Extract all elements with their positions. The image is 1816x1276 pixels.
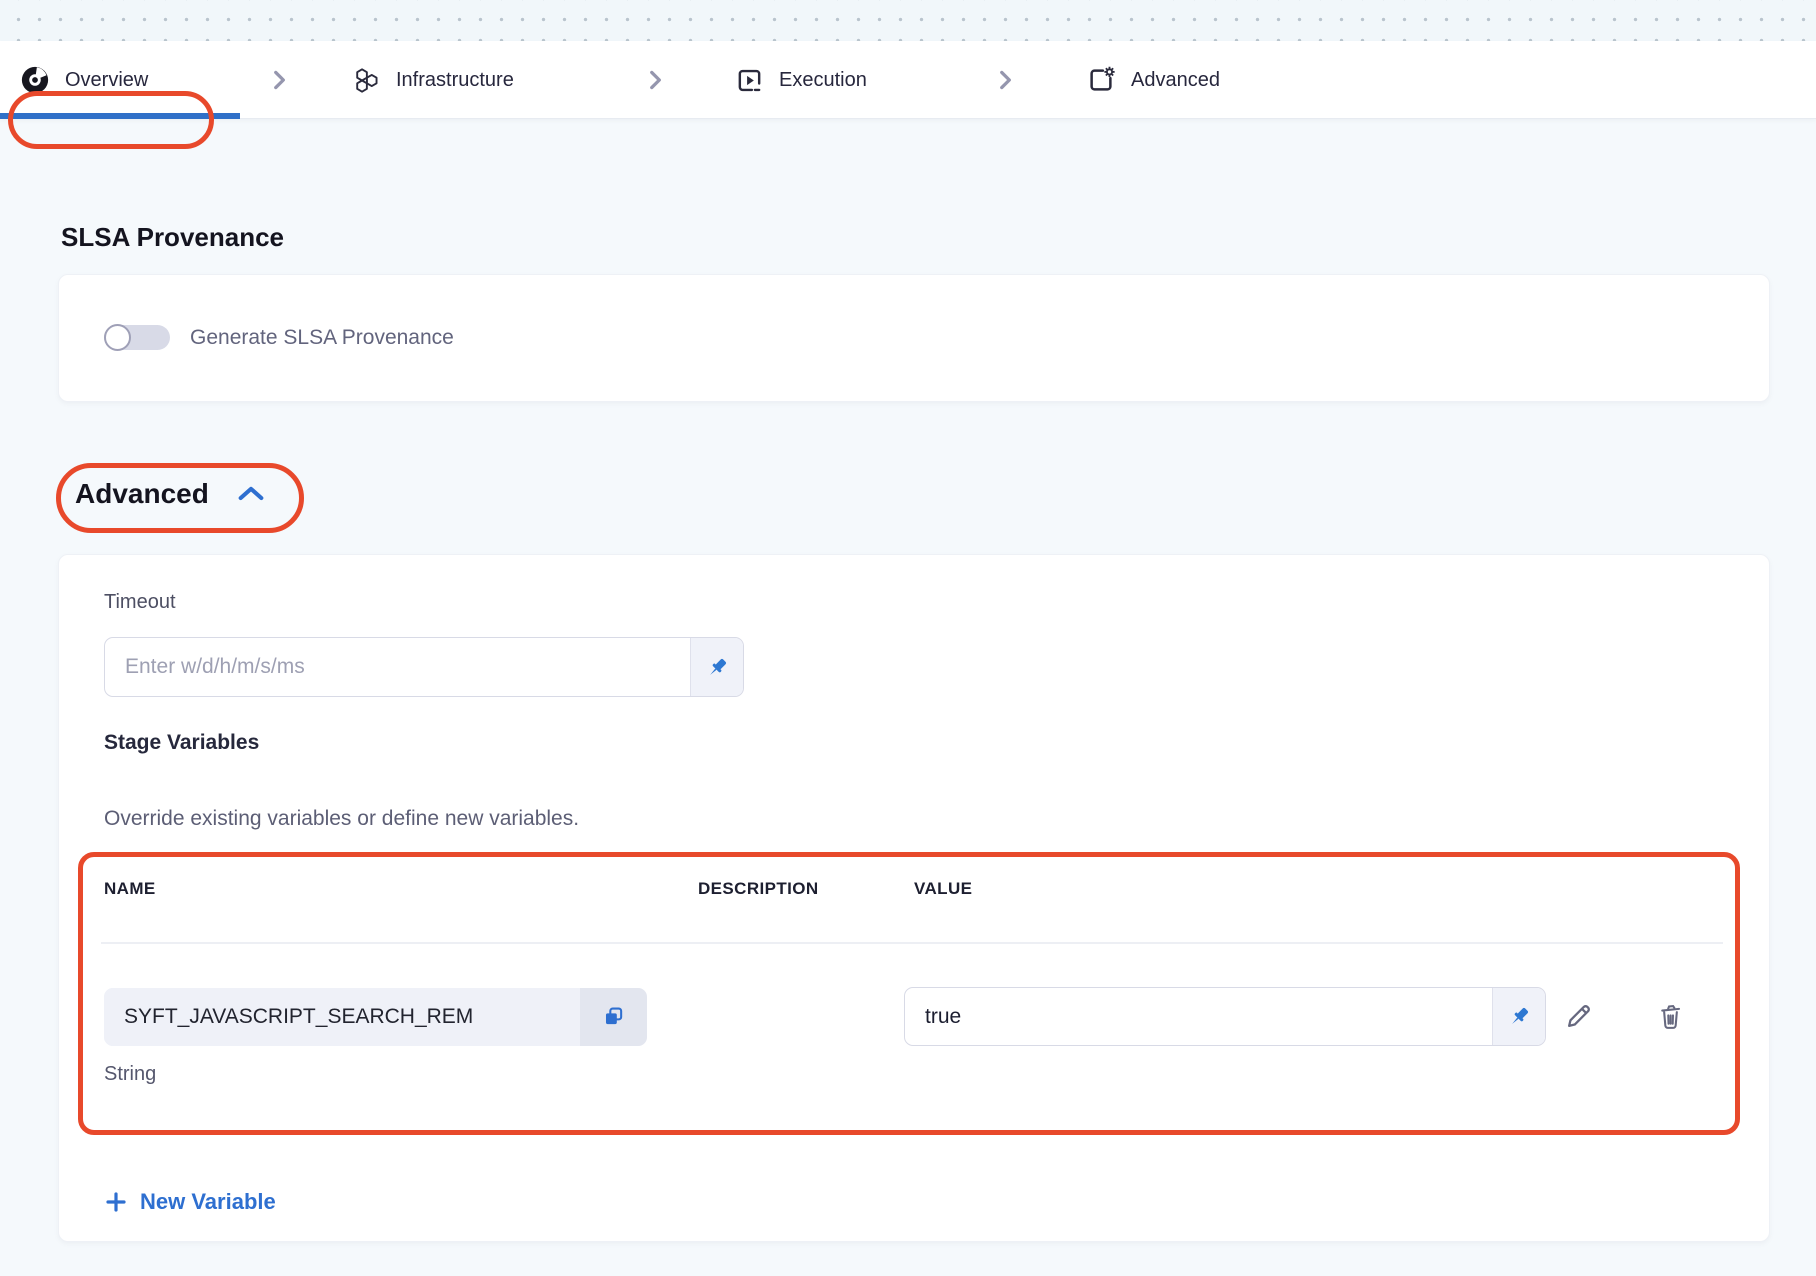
generate-slsa-toggle[interactable] xyxy=(104,325,170,350)
delete-variable-button[interactable] xyxy=(1652,998,1688,1034)
tab-infrastructure[interactable]: Infrastructure xyxy=(352,41,514,119)
canvas-dots-background xyxy=(0,0,1816,41)
infrastructure-icon xyxy=(352,67,381,94)
plus-icon xyxy=(104,1190,128,1214)
copy-button[interactable] xyxy=(580,988,647,1046)
timeout-input[interactable] xyxy=(105,638,690,696)
overview-icon xyxy=(20,65,50,95)
new-variable-label: New Variable xyxy=(140,1189,276,1215)
advanced-card: Timeout Stage Variables Override existin… xyxy=(58,554,1770,1242)
generate-slsa-toggle-label: Generate SLSA Provenance xyxy=(190,326,454,350)
chevron-right-icon xyxy=(992,41,1018,119)
column-header-description: DESCRIPTION xyxy=(698,879,819,899)
timeout-pin-button[interactable] xyxy=(690,638,743,696)
new-variable-button[interactable]: New Variable xyxy=(104,1189,276,1215)
active-tab-underline xyxy=(0,113,240,119)
advanced-section-title: Advanced xyxy=(75,478,209,510)
tab-overview-label: Overview xyxy=(65,69,148,92)
stage-variables-heading: Stage Variables xyxy=(104,731,259,755)
chevron-right-icon xyxy=(266,41,292,119)
advanced-section-header[interactable]: Advanced xyxy=(75,478,267,510)
column-header-name: NAME xyxy=(104,879,156,899)
variable-type-label: String xyxy=(104,1063,156,1086)
slsa-provenance-heading: SLSA Provenance xyxy=(61,222,284,253)
variable-name-group xyxy=(104,988,647,1046)
column-header-value: VALUE xyxy=(914,879,972,899)
variable-name-input[interactable] xyxy=(104,988,580,1046)
table-header-divider xyxy=(101,942,1723,944)
variable-value-group xyxy=(904,987,1546,1046)
slsa-provenance-card: Generate SLSA Provenance xyxy=(58,274,1770,402)
value-pin-button[interactable] xyxy=(1492,988,1545,1045)
tab-execution[interactable]: Execution xyxy=(735,41,867,119)
tab-advanced[interactable]: Advanced xyxy=(1086,41,1220,119)
execution-icon xyxy=(735,66,764,95)
chevron-up-icon[interactable] xyxy=(235,482,267,506)
stage-variables-description: Override existing variables or define ne… xyxy=(104,807,579,831)
tab-advanced-label: Advanced xyxy=(1131,69,1220,92)
timeout-input-group xyxy=(104,637,744,697)
edit-variable-button[interactable] xyxy=(1561,998,1597,1034)
timeout-label: Timeout xyxy=(104,591,176,614)
tab-infrastructure-label: Infrastructure xyxy=(396,69,514,92)
advanced-tab-icon xyxy=(1086,65,1116,95)
chevron-right-icon xyxy=(642,41,668,119)
variable-value-input[interactable] xyxy=(905,988,1492,1045)
stage-config-page: Overview Infrastructure xyxy=(0,0,1816,1276)
tab-overview[interactable]: Overview xyxy=(20,41,148,119)
stage-tab-bar: Overview Infrastructure xyxy=(0,41,1816,119)
tab-execution-label: Execution xyxy=(779,69,867,92)
toggle-knob xyxy=(104,324,131,351)
